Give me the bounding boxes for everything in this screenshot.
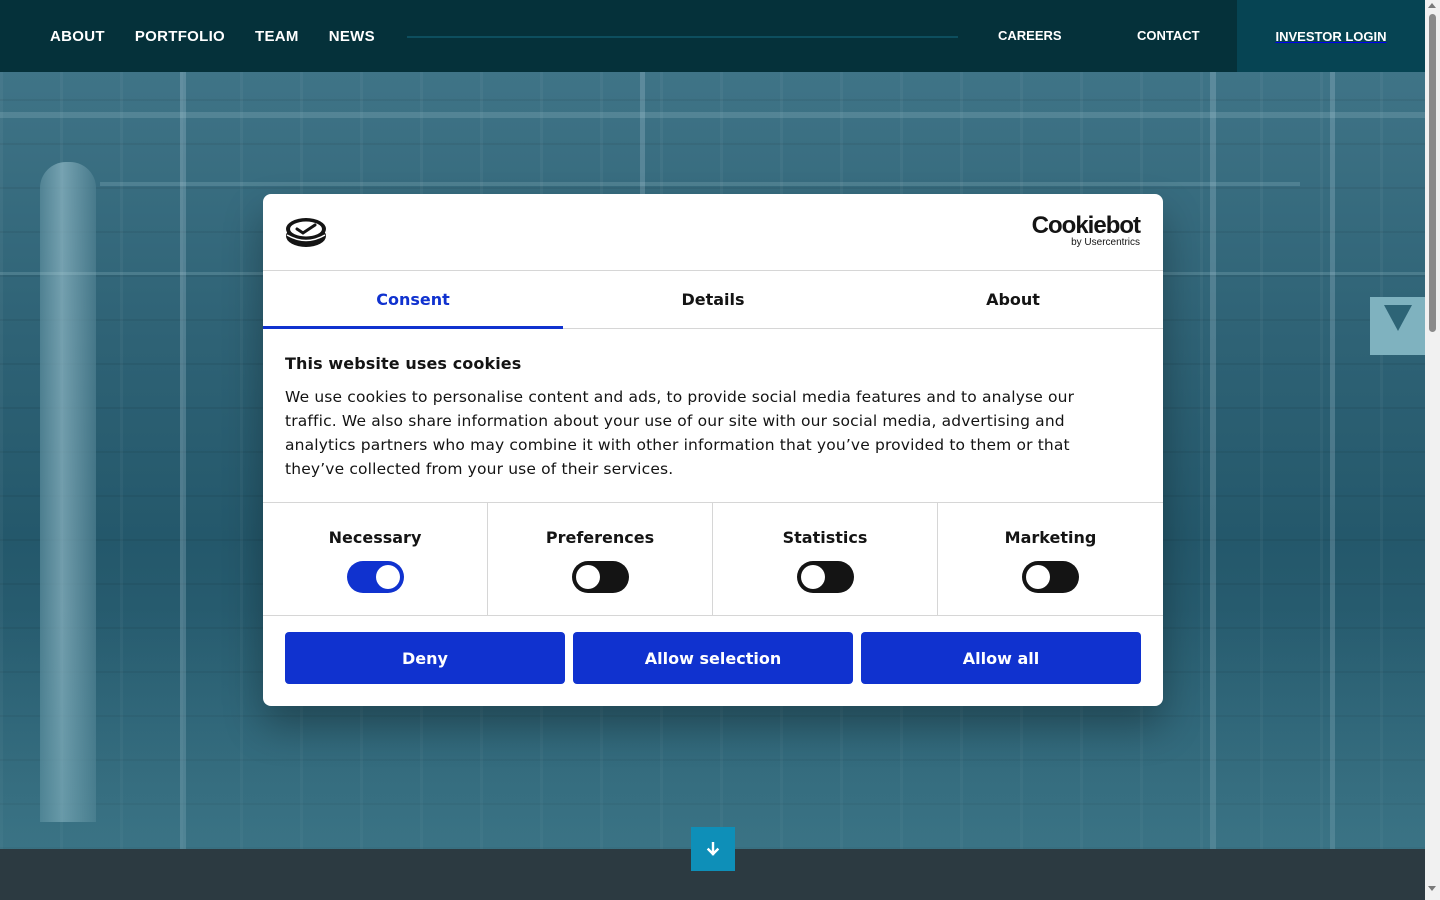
nav-portfolio[interactable]: PORTFOLIO: [135, 28, 225, 45]
toggle-label-statistics: Statistics: [782, 528, 868, 547]
consent-buttons: Deny Allow selection Allow all: [285, 632, 1141, 684]
scrollbar-thumb[interactable]: [1429, 14, 1436, 332]
allow-selection-button[interactable]: Allow selection: [573, 632, 853, 684]
toggle-knob: [1026, 565, 1050, 589]
investor-login-button[interactable]: INVESTOR LOGIN: [1237, 0, 1425, 72]
toggle-group-necessary: Necessary: [263, 503, 488, 615]
nav-team[interactable]: TEAM: [255, 28, 299, 45]
hero-beam: [100, 182, 1300, 186]
toggle-necessary[interactable]: [346, 561, 404, 593]
consent-toggles: Necessary Preferences Statistics Marketi…: [263, 502, 1163, 616]
deny-button[interactable]: Deny: [285, 632, 565, 684]
cookiebot-brand: Cookiebot by Usercentrics: [1031, 212, 1141, 248]
nav-contact[interactable]: CONTACT: [1137, 28, 1200, 43]
nav-about[interactable]: ABOUT: [50, 28, 105, 45]
allow-all-button[interactable]: Allow all: [861, 632, 1141, 684]
brand-name: Cookiebot: [1031, 212, 1141, 239]
arrow-down-icon: [706, 842, 720, 856]
nav-divider: [407, 36, 958, 38]
tab-consent[interactable]: Consent: [263, 271, 563, 329]
toggle-group-statistics: Statistics: [713, 503, 938, 615]
toggle-knob: [575, 565, 600, 589]
dialog-header: Cookiebot by Usercentrics: [263, 194, 1163, 271]
toggle-marketing[interactable]: [1022, 561, 1079, 593]
consent-title: This website uses cookies: [285, 354, 522, 373]
top-nav: ABOUT PORTFOLIO TEAM NEWS CAREERS CONTAC…: [0, 0, 1425, 72]
tab-details[interactable]: Details: [563, 271, 863, 328]
brand-by: by Usercentrics: [1071, 237, 1140, 248]
toggle-preferences[interactable]: [571, 561, 629, 593]
scroll-up-arrow-icon[interactable]: [1428, 3, 1436, 8]
cookie-consent-dialog: Cookiebot by Usercentrics Consent Detail…: [263, 194, 1163, 706]
exit-sign-icon: [1370, 297, 1425, 355]
toggle-knob: [375, 565, 400, 589]
consent-content: This website uses cookies We use cookies…: [285, 354, 1105, 481]
dialog-tabs: Consent Details About: [263, 271, 1163, 329]
toggle-statistics[interactable]: [796, 561, 854, 593]
page-scrollbar[interactable]: [1425, 0, 1440, 900]
toggle-label-preferences: Preferences: [545, 528, 655, 547]
main-nav: ABOUT PORTFOLIO TEAM NEWS: [50, 0, 375, 72]
cookiebot-logo-icon: [286, 218, 326, 247]
tab-about[interactable]: About: [863, 271, 1163, 328]
investor-login-label: INVESTOR LOGIN: [1275, 28, 1387, 44]
toggle-group-marketing: Marketing: [938, 503, 1163, 615]
scroll-down-arrow-icon[interactable]: [1428, 886, 1436, 891]
toggle-knob: [800, 565, 825, 589]
toggle-label-marketing: Marketing: [1004, 528, 1097, 547]
consent-body: We use cookies to personalise content an…: [285, 388, 1075, 478]
scroll-down-button[interactable]: [691, 827, 735, 871]
toggle-group-preferences: Preferences: [488, 503, 713, 615]
toggle-label-necessary: Necessary: [328, 528, 422, 547]
nav-careers[interactable]: CAREERS: [998, 28, 1062, 43]
nav-news[interactable]: NEWS: [329, 28, 375, 45]
